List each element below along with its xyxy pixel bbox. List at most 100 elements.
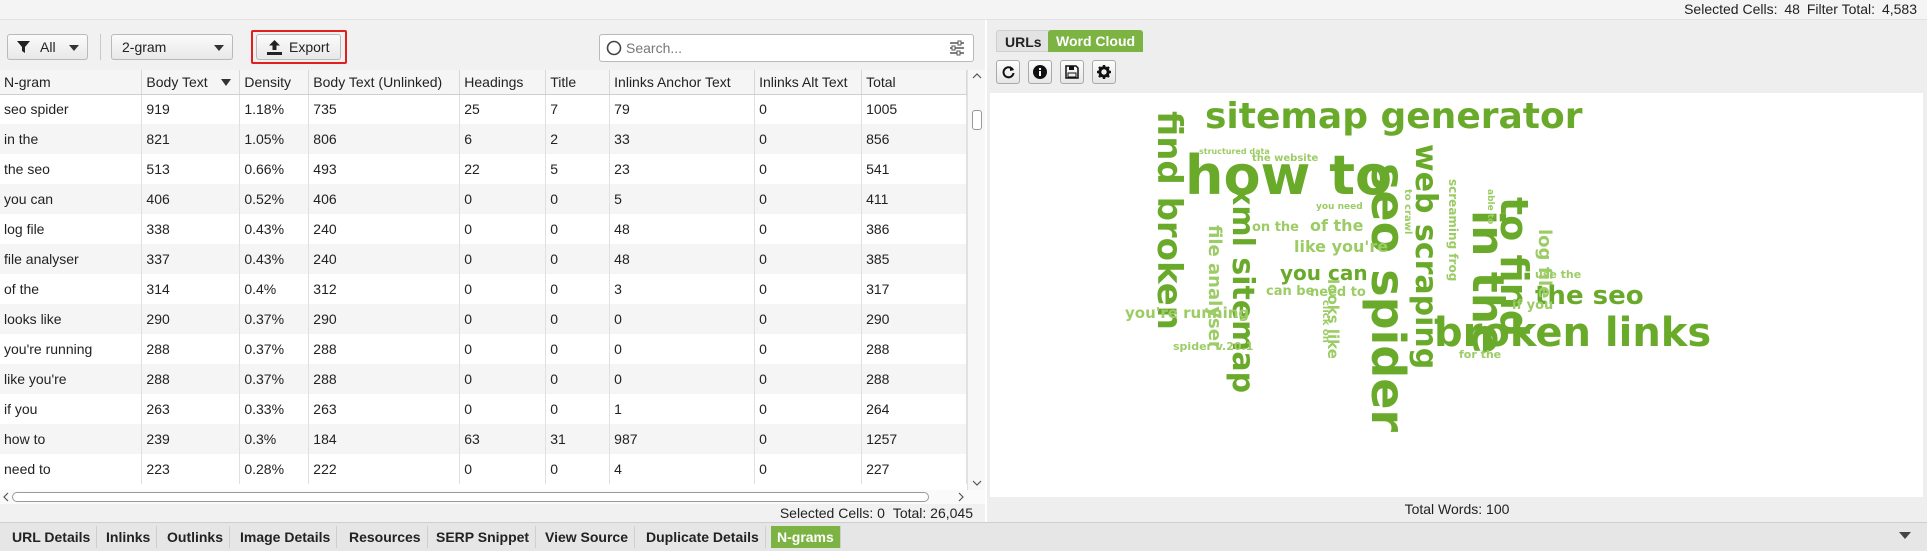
table-cell[interactable]: 406 bbox=[308, 184, 461, 214]
tab-duplicate-details[interactable]: Duplicate Details bbox=[640, 526, 766, 548]
table-cell[interactable]: 290 bbox=[141, 304, 241, 334]
table-row[interactable]: looks like 290 0.37% 290 0 0 0 0 290 bbox=[0, 304, 967, 334]
chevron-down-icon[interactable] bbox=[1899, 532, 1911, 539]
tab-serp-snippet[interactable]: SERP Snippet bbox=[430, 526, 537, 548]
table-cell[interactable]: 288 bbox=[861, 364, 967, 394]
table-cell[interactable]: 337 bbox=[141, 244, 241, 274]
table-cell[interactable]: 22 bbox=[459, 154, 547, 184]
table-cell[interactable]: you're running bbox=[0, 334, 143, 364]
table-cell[interactable]: 0.4% bbox=[239, 274, 310, 304]
column-header-ngram[interactable]: N-gram bbox=[0, 70, 143, 95]
table-cell[interactable]: if you bbox=[0, 394, 143, 424]
table-cell[interactable]: 0 bbox=[754, 274, 863, 304]
table-cell[interactable]: 0.28% bbox=[239, 454, 310, 484]
tab-outlinks[interactable]: Outlinks bbox=[161, 526, 231, 548]
tab-n-grams[interactable]: N-grams bbox=[771, 526, 841, 548]
table-cell[interactable]: 263 bbox=[141, 394, 241, 424]
table-cell[interactable]: 3 bbox=[609, 274, 756, 304]
column-header-inlinks-alt-text[interactable]: Inlinks Alt Text bbox=[754, 70, 863, 95]
table-cell[interactable]: looks like bbox=[0, 304, 143, 334]
table-cell[interactable]: 0 bbox=[754, 454, 863, 484]
table-cell[interactable]: like you're bbox=[0, 364, 143, 394]
table-cell[interactable]: 0.3% bbox=[239, 424, 310, 454]
table-cell[interactable]: 288 bbox=[861, 334, 967, 364]
table-cell[interactable]: 222 bbox=[308, 454, 461, 484]
table-cell[interactable]: 856 bbox=[861, 124, 967, 154]
export-button[interactable]: Export bbox=[256, 34, 341, 60]
table-cell[interactable]: 1 bbox=[609, 394, 756, 424]
table-cell[interactable]: 919 bbox=[141, 94, 241, 124]
table-row[interactable]: in the 821 1.05% 806 6 2 33 0 856 bbox=[0, 124, 967, 154]
table-cell[interactable]: 0 bbox=[459, 274, 547, 304]
table-cell[interactable]: 0 bbox=[459, 334, 547, 364]
table-cell[interactable]: 312 bbox=[308, 274, 461, 304]
table-cell[interactable]: 0 bbox=[754, 334, 863, 364]
column-header-total[interactable]: Total bbox=[861, 70, 967, 95]
table-cell[interactable]: you can bbox=[0, 184, 143, 214]
table-cell[interactable]: 0 bbox=[545, 364, 611, 394]
table-cell[interactable]: 0 bbox=[459, 304, 547, 334]
table-cell[interactable]: 0.37% bbox=[239, 364, 310, 394]
table-cell[interactable]: 240 bbox=[308, 214, 461, 244]
table-cell[interactable]: 987 bbox=[609, 424, 756, 454]
table-cell[interactable]: 5 bbox=[609, 184, 756, 214]
table-cell[interactable]: 0 bbox=[754, 394, 863, 424]
column-header-headings[interactable]: Headings bbox=[459, 70, 547, 95]
table-cell[interactable]: 263 bbox=[308, 394, 461, 424]
table-cell[interactable]: 0 bbox=[754, 304, 863, 334]
table-cell[interactable]: 406 bbox=[141, 184, 241, 214]
table-cell[interactable]: 0.33% bbox=[239, 394, 310, 424]
table-row[interactable]: like you're 288 0.37% 288 0 0 0 0 288 bbox=[0, 364, 967, 394]
table-cell[interactable]: 0 bbox=[545, 214, 611, 244]
table-cell[interactable]: 1005 bbox=[861, 94, 967, 124]
table-cell[interactable]: 5 bbox=[545, 154, 611, 184]
table-row[interactable]: of the 314 0.4% 312 0 0 3 0 317 bbox=[0, 274, 967, 304]
table-cell[interactable]: 63 bbox=[459, 424, 547, 454]
table-cell[interactable]: 541 bbox=[861, 154, 967, 184]
table-cell[interactable]: 0 bbox=[545, 454, 611, 484]
tab-word-cloud[interactable]: Word Cloud bbox=[1048, 30, 1144, 52]
table-cell[interactable]: 290 bbox=[861, 304, 967, 334]
table-cell[interactable]: 735 bbox=[308, 94, 461, 124]
tab-view-source[interactable]: View Source bbox=[539, 526, 636, 548]
info-button[interactable] bbox=[1028, 60, 1052, 84]
table-cell[interactable]: 0 bbox=[459, 364, 547, 394]
table-cell[interactable]: how to bbox=[0, 424, 143, 454]
table-cell[interactable]: 48 bbox=[609, 214, 756, 244]
tab-urls[interactable]: URLs bbox=[996, 30, 1051, 52]
table-cell[interactable]: 288 bbox=[141, 334, 241, 364]
table-cell[interactable]: 1.18% bbox=[239, 94, 310, 124]
table-cell[interactable]: 0 bbox=[459, 214, 547, 244]
column-header-body-text[interactable]: Body Text bbox=[141, 70, 241, 95]
ngram-size-dropdown[interactable]: 2-gram bbox=[111, 34, 233, 60]
table-cell[interactable]: 0.66% bbox=[239, 154, 310, 184]
column-header-inlinks-anchor-text[interactable]: Inlinks Anchor Text bbox=[609, 70, 756, 95]
table-cell[interactable]: in the bbox=[0, 124, 143, 154]
table-cell[interactable]: 23 bbox=[609, 154, 756, 184]
table-cell[interactable]: 288 bbox=[308, 334, 461, 364]
table-cell[interactable]: 25 bbox=[459, 94, 547, 124]
table-cell[interactable]: 513 bbox=[141, 154, 241, 184]
table-cell[interactable]: 493 bbox=[308, 154, 461, 184]
table-cell[interactable]: 317 bbox=[861, 274, 967, 304]
table-cell[interactable]: 0 bbox=[609, 304, 756, 334]
table-cell[interactable]: need to bbox=[0, 454, 143, 484]
table-cell[interactable]: 0 bbox=[459, 184, 547, 214]
table-cell[interactable]: 0 bbox=[545, 184, 611, 214]
table-cell[interactable]: 4 bbox=[609, 454, 756, 484]
table-cell[interactable]: 0 bbox=[609, 364, 756, 394]
table-cell[interactable]: of the bbox=[0, 274, 143, 304]
table-cell[interactable]: 0 bbox=[754, 94, 863, 124]
horizontal-scrollbar[interactable] bbox=[0, 490, 985, 504]
search-input[interactable] bbox=[626, 38, 926, 58]
table-cell[interactable]: 0 bbox=[545, 394, 611, 424]
table-row[interactable]: the seo 513 0.66% 493 22 5 23 0 541 bbox=[0, 154, 967, 184]
table-cell[interactable]: 0 bbox=[545, 334, 611, 364]
table-row[interactable]: seo spider 919 1.18% 735 25 7 79 0 1005 bbox=[0, 94, 967, 124]
refresh-button[interactable] bbox=[996, 60, 1020, 84]
tab-resources[interactable]: Resources bbox=[343, 526, 428, 548]
table-row[interactable]: how to 239 0.3% 184 63 31 987 0 1257 bbox=[0, 424, 967, 454]
table-cell[interactable]: 288 bbox=[308, 364, 461, 394]
search-box[interactable] bbox=[599, 34, 974, 62]
table-row[interactable]: you're running 288 0.37% 288 0 0 0 0 288 bbox=[0, 334, 967, 364]
